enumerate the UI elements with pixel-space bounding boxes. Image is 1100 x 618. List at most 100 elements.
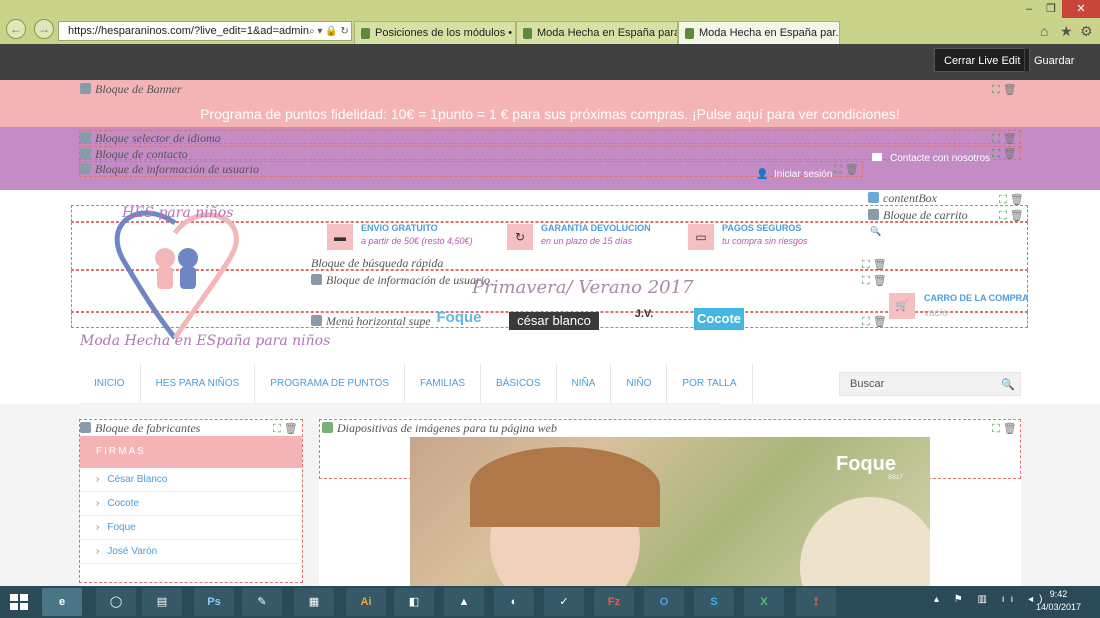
module-controls[interactable]: ⛶ 🗑 <box>862 315 887 329</box>
login-link[interactable]: 👤 Iniciar sesión <box>756 169 832 180</box>
list-item[interactable]: › César Blanco <box>80 468 302 492</box>
calculator-icon[interactable]: ▦ <box>294 588 334 616</box>
sketch-app-icon[interactable]: ✎ <box>242 588 282 616</box>
module-title-user-info[interactable]: Bloque de información de usuario <box>80 162 259 177</box>
list-item[interactable]: › Foque <box>80 516 302 540</box>
search-input[interactable]: Buscar 🔍 <box>839 372 1021 396</box>
trash-icon[interactable]: 🗑 <box>1003 423 1017 435</box>
module-controls[interactable]: ⛶ 🗑 <box>992 422 1017 436</box>
slide-image[interactable]: Foque SS17 <box>410 437 930 586</box>
brand-logo-cocote[interactable]: Cocote <box>694 308 744 330</box>
notes-app-icon[interactable]: ◧ <box>394 588 434 616</box>
trash-icon[interactable]: 🗑 <box>1003 148 1017 160</box>
move-icon[interactable]: ⛶ <box>999 194 1007 206</box>
menu-item-hes[interactable]: HES PARA NIÑOS <box>141 364 256 403</box>
trash-icon[interactable]: 🗑 <box>1010 210 1024 222</box>
minimize-icon[interactable]: – <box>1018 0 1040 18</box>
module-title-slideshow[interactable]: Diapositivas de imágenes para tu página … <box>322 421 557 436</box>
move-icon[interactable]: ⛶ <box>992 84 1000 96</box>
move-icon[interactable]: ⛶ <box>862 275 870 287</box>
move-icon[interactable]: ⛶ <box>862 259 870 271</box>
cart-title[interactable]: CARRO DE LA COMPRA <box>924 293 1029 303</box>
clock[interactable]: 9:42 14/03/2017 <box>1036 588 1081 614</box>
module-title-contentbox[interactable]: contentBox <box>868 191 937 206</box>
brand-logo-foque[interactable]: Foque <box>430 308 488 332</box>
move-icon[interactable]: ⛶ <box>992 148 1000 160</box>
trash-icon[interactable]: 🗑 <box>845 164 859 176</box>
menu-item-inicio[interactable]: INICIO <box>79 364 141 403</box>
brand-logo-jose-varon[interactable]: J.V. <box>622 308 666 332</box>
close-live-edit-button[interactable]: Cerrar Live Edit <box>934 48 1031 72</box>
move-icon[interactable]: ⛶ <box>992 423 1000 435</box>
save-button[interactable]: Guardar <box>1024 48 1085 72</box>
ie-icon[interactable]: e <box>42 588 82 616</box>
inkscape-icon[interactable]: ▲ <box>444 588 484 616</box>
restore-icon[interactable]: ❐ <box>1040 0 1062 18</box>
module-title-horizontal-menu[interactable]: Menú horizontal supe <box>311 314 431 329</box>
outlook-icon[interactable]: O <box>644 588 684 616</box>
module-controls[interactable]: ⛶ 🗑 <box>992 83 1017 97</box>
trash-icon[interactable]: 🗑 <box>873 275 887 287</box>
address-tools-icon[interactable]: ⌕ ▾ 🔒 ↻ <box>309 26 351 37</box>
module-controls[interactable]: ⛶ 🗑 <box>992 132 1017 146</box>
tab-moda-active[interactable]: Moda Hecha en España par... × <box>678 21 840 44</box>
module-controls[interactable]: ⛶ 🗑 <box>834 163 859 177</box>
module-controls[interactable]: ⛶ 🗑 <box>992 147 1017 161</box>
module-title-language[interactable]: Bloque selector de idioma <box>80 131 221 146</box>
module-controls[interactable]: ⛶ 🗑 <box>999 209 1024 223</box>
cart-icon[interactable]: 🛒 <box>889 293 915 319</box>
filezilla-icon[interactable]: Fz <box>594 588 634 616</box>
trash-icon[interactable]: 🗑 <box>1003 133 1017 145</box>
notepadpp-icon[interactable]: ✓ <box>544 588 584 616</box>
module-title-cart[interactable]: Bloque de carrito <box>868 208 968 223</box>
move-icon[interactable]: ⛶ <box>834 164 842 176</box>
move-icon[interactable]: ⛶ <box>273 423 281 435</box>
home-icon[interactable]: ⌂ <box>1040 23 1048 39</box>
menu-item-nina[interactable]: NIÑA <box>557 364 612 403</box>
list-item[interactable]: › José Varón <box>80 540 302 564</box>
skype-icon[interactable]: S <box>694 588 734 616</box>
menu-item-talla[interactable]: POR TALLA <box>667 364 753 403</box>
move-icon[interactable]: ⛶ <box>999 210 1007 222</box>
back-icon[interactable]: ← <box>6 19 26 39</box>
contact-link[interactable]: Contacte con nosotros <box>872 153 990 164</box>
tools-gear-icon[interactable]: ⚙ <box>1080 23 1093 40</box>
tab-moda-1[interactable]: Moda Hecha en España para ni... <box>516 21 678 44</box>
module-title-user-info-2[interactable]: Bloque de información de usuario <box>311 273 490 288</box>
trash-icon[interactable]: 🗑 <box>1010 194 1024 206</box>
list-item[interactable]: › Cocote <box>80 492 302 516</box>
module-title-contact[interactable]: Bloque de contacto <box>80 147 188 162</box>
module-title-manufacturers[interactable]: Bloque de fabricantes <box>80 421 200 436</box>
excel-icon[interactable]: X <box>744 588 784 616</box>
chrome-icon[interactable]: ◯ <box>96 588 136 616</box>
module-controls[interactable]: ⛶ 🗑 <box>273 422 298 436</box>
tab-positions[interactable]: Posiciones de los módulos • H... <box>354 21 516 44</box>
move-icon[interactable]: ⛶ <box>992 133 1000 145</box>
window-close-icon[interactable]: ✕ <box>1062 0 1100 18</box>
module-title-banner[interactable]: Bloque de Banner <box>80 82 182 97</box>
search-icon[interactable]: 🔍 <box>996 378 1020 391</box>
paint-icon[interactable]: ◐ <box>494 588 534 616</box>
trash-icon[interactable]: 🗑 <box>873 259 887 271</box>
trash-icon[interactable]: 🗑 <box>1003 84 1017 96</box>
acrobat-icon[interactable]: ⟟ <box>796 588 836 616</box>
menu-item-basicos[interactable]: BÁSICOS <box>481 364 557 403</box>
explorer-icon[interactable]: ▤ <box>142 588 182 616</box>
photoshop-icon[interactable]: Ps <box>194 588 234 616</box>
menu-item-familias[interactable]: FAMILIAS <box>405 364 482 403</box>
illustrator-icon[interactable]: Ai <box>346 588 386 616</box>
move-icon[interactable]: ⛶ <box>862 316 870 328</box>
module-controls[interactable]: ⛶ 🗑 <box>862 274 887 288</box>
trash-icon[interactable]: 🗑 <box>873 316 887 328</box>
favorites-icon[interactable]: ★ <box>1060 23 1073 40</box>
windows-start-icon[interactable] <box>10 594 28 610</box>
trash-icon[interactable]: 🗑 <box>284 423 298 435</box>
module-controls[interactable]: ⛶ 🗑 <box>862 258 887 272</box>
menu-item-nino[interactable]: NIÑO <box>611 364 668 403</box>
address-bar[interactable]: https://hesparaninos.com/?live_edit=1&ad… <box>58 21 352 41</box>
menu-item-puntos[interactable]: PROGRAMA DE PUNTOS <box>255 364 406 403</box>
banner-link[interactable]: Programa de puntos fidelidad: 10€ = 1pun… <box>0 106 1100 122</box>
forward-icon[interactable]: → <box>34 19 54 39</box>
system-tray-icons[interactable]: ▴ ⚑ ▥ ıı ◂) <box>934 594 1048 605</box>
brand-logo-cesar-blanco[interactable]: césar blanco <box>509 312 599 330</box>
